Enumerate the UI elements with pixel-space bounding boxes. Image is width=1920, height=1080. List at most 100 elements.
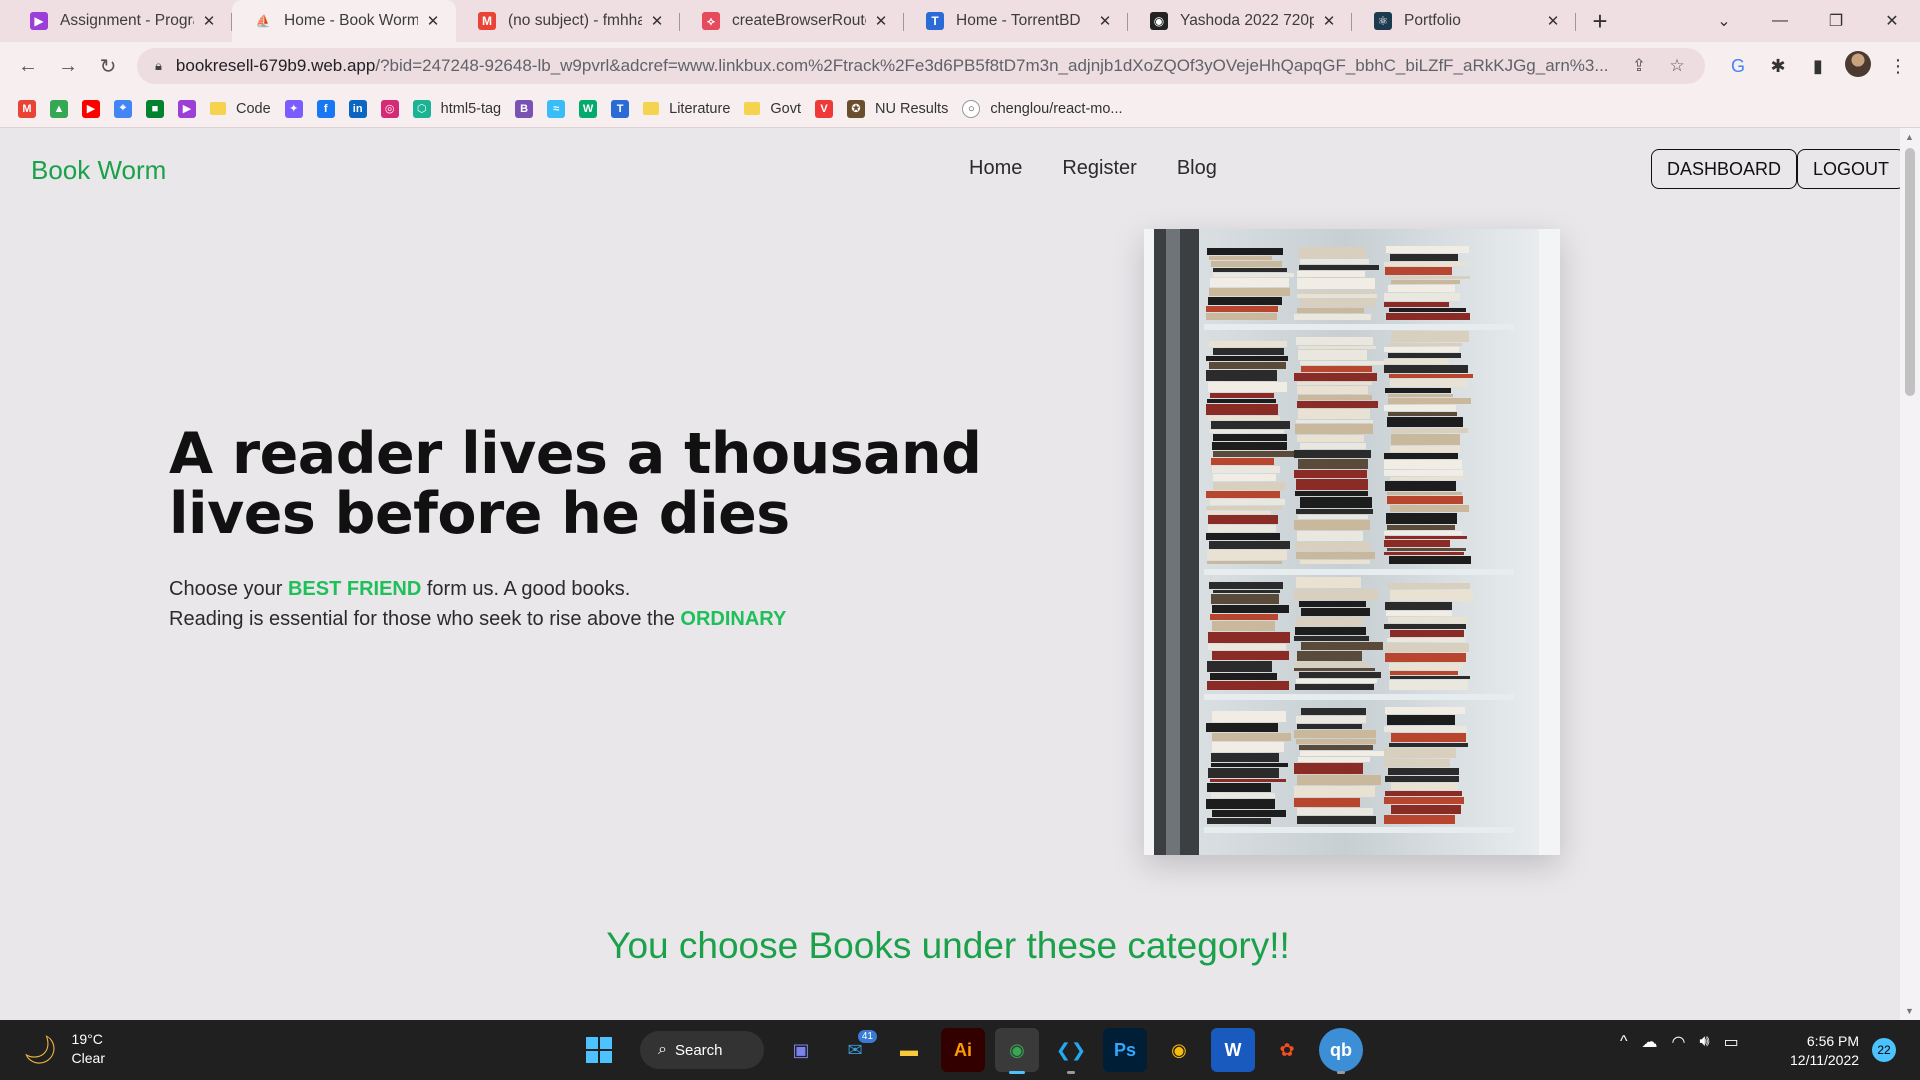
word-icon[interactable]: W [1211,1028,1255,1072]
bookmark-gmail[interactable]: M [18,99,36,118]
bookmark-linkedin[interactable]: in [348,99,367,118]
bookmark-programming-hero[interactable]: ▶ [178,99,196,118]
bookmark-google-drive[interactable]: ▲ [50,99,68,118]
scroll-down-icon[interactable]: ▼ [1905,1006,1914,1016]
url-text[interactable]: bookresell-679b9.web.app/?bid=247248-926… [176,56,1615,76]
bookmark-facebook[interactable]: f [316,99,335,118]
qbittorrent-icon[interactable]: qb [1319,1028,1363,1074]
book-stack [1298,757,1370,762]
address-bar[interactable]: 🔒︎ bookresell-679b9.web.app/?bid=247248-… [137,48,1705,84]
book-stack [1385,791,1462,796]
tab-search-button[interactable]: ⌄ [1696,11,1752,31]
close-tab-icon[interactable]: ✕ [424,12,442,30]
browser-tab[interactable]: ⚛ Portfolio ✕ [1352,0,1576,42]
nav-blog-link[interactable]: Blog [1177,157,1217,180]
scrollbar-thumb[interactable] [1905,148,1915,396]
close-window-button[interactable]: ✕ [1864,11,1920,31]
close-tab-icon[interactable]: ✕ [648,12,666,30]
volume-icon[interactable]: 🔊︎ [1699,1033,1709,1051]
book-stack [1301,708,1366,715]
logout-button[interactable]: LOGOUT [1797,149,1900,189]
bookmark-w3schools[interactable]: W [579,99,598,118]
bookmark-literature-folder[interactable]: Literature [643,101,730,117]
illustrator-icon[interactable]: Ai [941,1028,985,1072]
bookmark-code-folder[interactable]: Code [210,101,271,117]
tab-strip: ▶ Assignment - Program ✕ ⛵ Home - Book Worm ✕… [0,0,1920,42]
programming-hero-icon: ▶ [30,12,48,30]
weather-widget[interactable]: 🌙︎ 19°C Clear [22,1030,105,1068]
nav-register-link[interactable]: Register [1062,157,1136,180]
teams-chat-icon[interactable]: ▣ [779,1028,823,1072]
start-button[interactable] [577,1028,621,1072]
notification-badge[interactable]: 22 [1872,1038,1896,1062]
page-scrollbar[interactable]: ▲ ▼ [1900,128,1920,1020]
minimize-button[interactable]: — [1752,12,1808,30]
nu-results-icon: ✪ [847,99,866,118]
onedrive-icon[interactable]: ☁ [1642,1032,1658,1052]
bookmark-instagram[interactable]: ◎ [380,99,399,118]
clock[interactable]: 6:56 PM 12/11/2022 [1790,1032,1859,1070]
bookmark-youtube[interactable]: ▶ [82,99,100,118]
book-stack [1298,395,1372,400]
browser-tab[interactable]: T Home - TorrentBD ✕ [904,0,1128,42]
back-icon[interactable]: ← [8,46,48,86]
dashboard-button[interactable]: DASHBOARD [1651,149,1798,189]
close-tab-icon[interactable]: ✕ [1096,12,1114,30]
bookmark-nu-results[interactable]: ✪ NU Results [847,99,948,118]
bookmark-vivaldi[interactable]: V [815,99,834,118]
instagram-icon: ◎ [380,99,399,118]
menu-kebab-icon[interactable]: ⋮ [1878,56,1918,77]
file-explorer-icon[interactable]: ▬ [887,1028,931,1072]
browser-tab[interactable]: ⛵ Home - Book Worm ✕ [232,0,456,42]
brand-logo[interactable]: Book Worm [31,155,166,186]
close-tab-icon[interactable]: ✕ [1320,12,1338,30]
restore-button[interactable]: ❐ [1808,11,1864,31]
bookmark-torrentbd[interactable]: T [611,99,630,118]
browser-tab[interactable]: ◉ Yashoda 2022 720p A ✕ [1128,0,1352,42]
close-tab-icon[interactable]: ✕ [872,12,890,30]
profile-avatar[interactable] [1838,50,1878,82]
lock-icon[interactable]: 🔒︎ [155,58,162,74]
extensions-icon[interactable]: ✱ [1758,56,1798,77]
forward-icon[interactable]: → [48,46,88,86]
chrome-profile-icon[interactable]: ◉ [1157,1028,1201,1072]
gmail-icon: M [18,99,36,118]
google-translate-icon[interactable]: G [1718,56,1758,77]
bookmark-messenger[interactable]: ✦ [284,99,303,118]
nav-home-link[interactable]: Home [969,157,1022,180]
bookmark-github[interactable]: ○ chenglou/react-mo... [962,99,1123,118]
bookmark-html5-tag[interactable]: ⬡ html5-tag [412,99,501,118]
close-tab-icon[interactable]: ✕ [1544,12,1562,30]
bookmark-google-meet[interactable]: ■ [146,99,164,118]
share-icon[interactable]: ⇪ [1625,56,1653,76]
bookmark-star-icon[interactable]: ☆ [1663,56,1691,76]
battery-icon[interactable]: ▭ [1724,1032,1739,1052]
browser-tab[interactable]: ⟡ createBrowserRouter ✕ [680,0,904,42]
taskbar-search[interactable]: ⌕ Search [640,1031,764,1069]
book-stack [1211,753,1279,762]
bookmark-govt-folder[interactable]: Govt [744,101,801,117]
photoshop-icon[interactable]: Ps [1103,1028,1147,1072]
bookmark-bootstrap[interactable]: B [515,99,534,118]
mail-icon[interactable]: ✉ 41 [833,1028,877,1072]
book-stack [1390,676,1470,679]
book-stack [1387,417,1463,427]
book-stack [1390,446,1460,452]
wifi-icon[interactable]: ◠ [1672,1032,1686,1052]
reload-icon[interactable]: ↻ [88,46,128,86]
bookmark-google-maps[interactable]: ⌖ [114,99,132,118]
chrome-icon[interactable]: ◉ [995,1028,1039,1074]
scroll-up-icon[interactable]: ▲ [1905,132,1914,142]
bookmark-tailwind[interactable]: ≈ [547,99,566,118]
book-stack [1386,611,1452,616]
browser-tab[interactable]: M (no subject) - fmhhas ✕ [456,0,680,42]
windows-taskbar: 🌙︎ 19°C Clear ⌕ Search ▣ ✉ 41 ▬ Ai ◉ ❮❯ P… [0,1020,1920,1080]
figma-icon[interactable]: ✿ [1265,1028,1309,1072]
new-tab-button[interactable]: + [1582,0,1618,42]
close-tab-icon[interactable]: ✕ [200,12,218,30]
vscode-icon[interactable]: ❮❯ [1049,1028,1093,1074]
chevron-up-icon[interactable]: ^ [1620,1033,1628,1051]
book-worm-icon: ⛵ [255,14,271,28]
browser-tab[interactable]: ▶ Assignment - Program ✕ [8,0,232,42]
side-panel-icon[interactable]: ▮ [1798,56,1838,77]
